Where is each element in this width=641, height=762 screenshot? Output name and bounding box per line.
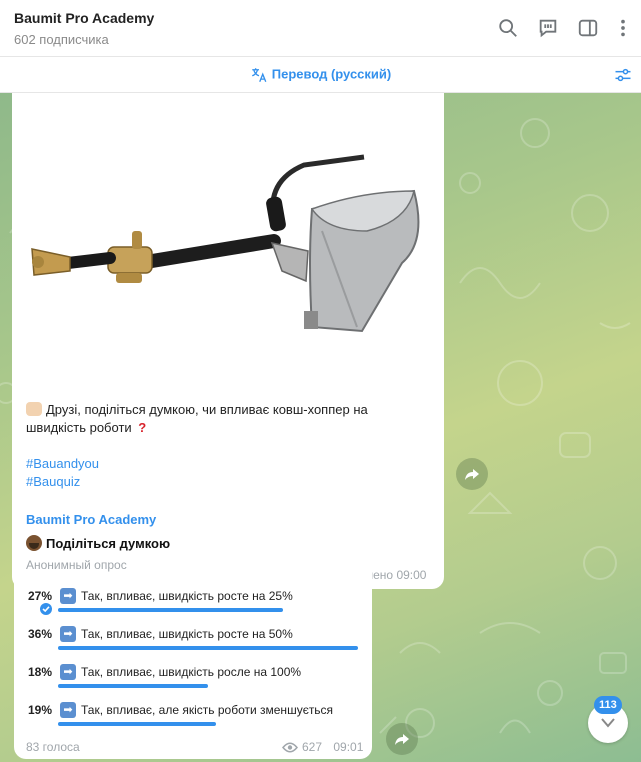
poll-option-percent: 27% [28,589,53,603]
poll-question: Поділіться думкою [26,535,170,551]
translate-button[interactable]: Перевод (русский) [0,66,641,84]
poll-option[interactable]: 19% ➡ Так, впливає, але якість роботи змен… [26,702,362,733]
translate-icon [250,66,268,84]
poll-option-text: Так, впливає, швидкість росле на 100% [81,665,302,679]
wave-hand-icon [26,402,42,416]
poll-option[interactable]: 18% ➡ Так, впливає, швидкість росле на 100… [26,664,362,695]
subscriber-count: 602 подписчика [14,32,109,47]
poll-option-percent: 19% [28,703,53,717]
arrow-right-icon: ➡ [60,664,76,680]
poll-option[interactable]: 36% ➡ Так, впливає, швидкість росте на 50% [26,626,362,657]
question-mark-icon: ? [138,420,147,435]
forward-icon [395,734,409,745]
post-text: Друзі, поділіться думкою, чи впливає ков… [26,402,368,435]
translate-bar: Перевод (русский) [0,57,641,93]
poll-option-bar [58,722,216,726]
sidebar-icon[interactable] [577,17,599,39]
more-icon[interactable] [612,17,634,39]
settings-icon[interactable] [613,65,633,85]
person-emoji-icon [26,535,42,551]
poll-option-percent: 36% [28,627,53,641]
poll-type: Анонимный опрос [26,558,127,572]
channel-title[interactable]: Baumit Pro Academy [14,10,154,26]
poll-time: 09:01 [333,740,364,754]
poll-votes[interactable]: 83 голоса [26,740,80,754]
poll-option-text: Так, впливає, але якість роботи зменшуєт… [81,703,334,717]
chevron-down-icon [601,718,615,728]
chat-area[interactable]: Друзі, поділіться думкою, чи впливає ков… [0,93,641,762]
arrow-right-icon: ➡ [60,626,76,642]
poll-option-percent: 18% [28,665,53,679]
poll-option-bar [58,646,358,650]
unread-badge: 113 [594,696,622,714]
poll-option-bar [58,684,208,688]
poll-meta: 627 09:01 [282,740,363,754]
poll-views: 627 [302,740,323,754]
arrow-right-icon: ➡ [60,588,76,604]
poll-option-text: Так, впливає, швидкість росте на 50% [81,627,293,641]
forward-button-post[interactable] [456,458,488,490]
poll-option-bar [58,608,283,612]
hashtag-bauandyou[interactable]: #Bauandyou [26,455,426,473]
poll-question-text: Поділіться думкою [46,536,171,551]
poll-option[interactable]: 27% ➡ Так, впливає, швидкість росте на 25% [26,588,362,619]
comments-icon[interactable] [537,17,559,39]
hashtag-bauquiz[interactable]: #Bauquiz [26,473,426,491]
forward-button-poll[interactable] [386,723,418,755]
check-icon [40,603,52,615]
eye-icon [282,742,298,753]
chat-header: Baumit Pro Academy 602 подписчика [0,0,641,57]
arrow-right-icon: ➡ [60,702,76,718]
forward-icon [465,469,479,480]
poll-bubble: Baumit Pro Academy Поділіться думкою Ано… [14,503,372,759]
poll-channel-name[interactable]: Baumit Pro Academy [26,512,156,527]
poll-option-text: Так, впливає, швидкість росте на 25% [81,589,293,603]
post-photo[interactable] [12,93,444,381]
post-caption: Друзі, поділіться думкою, чи впливає ков… [26,401,426,437]
translate-label: Перевод (русский) [271,66,392,82]
search-icon[interactable] [497,17,519,39]
post-text-block: Друзі, поділіться думкою, чи впливає ков… [26,383,426,491]
hopper-gun-image [31,154,420,333]
